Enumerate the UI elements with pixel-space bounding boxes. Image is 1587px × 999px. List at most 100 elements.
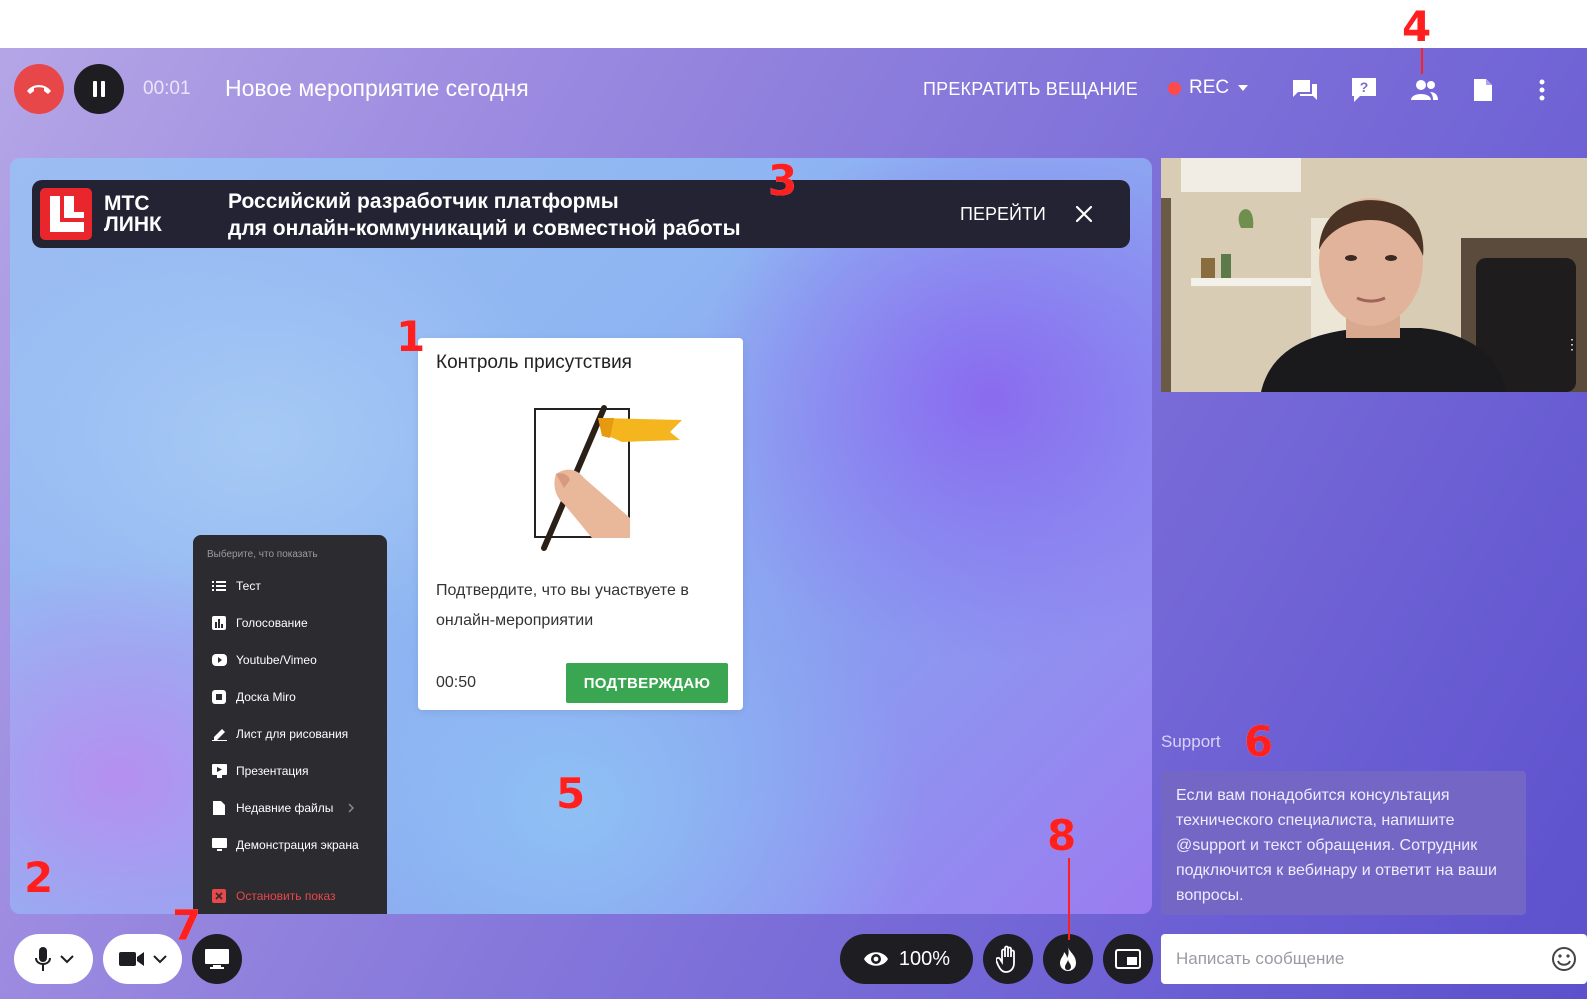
banner-brand: МТС ЛИНК bbox=[104, 193, 224, 235]
marker-5: 5 bbox=[556, 769, 586, 818]
camera-toggle[interactable] bbox=[103, 934, 182, 984]
banner-text-line-2: для онлайн-коммуникаций и совместной раб… bbox=[228, 217, 741, 240]
list-icon bbox=[211, 579, 227, 593]
chat-icon bbox=[1293, 80, 1317, 100]
microphone-toggle[interactable] bbox=[14, 934, 93, 984]
menu-item-presentation[interactable]: Презентация bbox=[211, 760, 381, 782]
card-title: Контроль присутствия bbox=[436, 352, 632, 373]
video-camera-icon bbox=[118, 952, 144, 966]
rec-dropdown[interactable]: REC bbox=[1168, 77, 1249, 99]
show-content-menu: Выберите, что показать Тест Голосование … bbox=[193, 535, 387, 914]
marker-3: 3 bbox=[768, 156, 798, 205]
menu-item-poll[interactable]: Голосование bbox=[211, 612, 381, 634]
menu-item-label: Голосование bbox=[236, 616, 308, 630]
more-button[interactable] bbox=[1527, 75, 1557, 105]
question-icon: ? bbox=[1352, 78, 1376, 102]
file-icon bbox=[211, 801, 227, 815]
chat-button[interactable] bbox=[1290, 75, 1320, 105]
menu-item-label: Презентация bbox=[236, 764, 309, 778]
picture-in-picture-button[interactable] bbox=[1103, 934, 1153, 984]
rec-label: REC bbox=[1189, 77, 1230, 98]
picture-in-picture-icon bbox=[1115, 949, 1141, 969]
participants-button[interactable] bbox=[1409, 75, 1439, 105]
chat-author: Support bbox=[1161, 732, 1221, 751]
emoji-button[interactable] bbox=[1551, 946, 1577, 972]
brand-line-1: МТС bbox=[104, 192, 150, 215]
chevron-right-icon bbox=[348, 803, 355, 813]
participants-icon bbox=[1411, 80, 1438, 100]
menu-item-test[interactable]: Тест bbox=[211, 575, 381, 597]
chevron-down-icon bbox=[152, 954, 167, 963]
marker-7: 7 bbox=[172, 901, 202, 950]
marker-4-line bbox=[1421, 48, 1423, 74]
mts-link-logo bbox=[40, 188, 92, 240]
poll-icon bbox=[211, 616, 227, 630]
pencil-icon bbox=[211, 727, 227, 741]
play-icon bbox=[211, 653, 227, 667]
rec-dot-icon bbox=[1168, 81, 1181, 95]
microphone-icon bbox=[34, 947, 51, 971]
banner-go-link[interactable]: ПЕРЕЙТИ bbox=[960, 204, 1046, 225]
card-timer: 00:50 bbox=[436, 674, 477, 691]
menu-item-label: Тест bbox=[236, 579, 261, 593]
menu-item-label: Недавние файлы bbox=[236, 801, 334, 815]
raise-hand-button[interactable] bbox=[983, 934, 1033, 984]
stop-icon bbox=[211, 889, 227, 903]
chat-message: Если вам понадобится консультация технич… bbox=[1161, 771, 1526, 915]
flag-illustration bbox=[534, 405, 682, 551]
menu-item-screen-share[interactable]: Демонстрация экрана bbox=[211, 834, 381, 856]
message-input-placeholder: Написать сообщение bbox=[1176, 949, 1345, 968]
event-timer: 00:01 bbox=[143, 78, 191, 99]
card-text: Подтвердите, что вы участвуете в онлайн-… bbox=[436, 582, 689, 629]
monitor-icon bbox=[211, 838, 227, 852]
menu-item-label: Youtube/Vimeo bbox=[236, 653, 317, 667]
marker-6: 6 bbox=[1244, 717, 1274, 766]
marker-2: 2 bbox=[24, 853, 54, 902]
audience-zoom[interactable]: 100% bbox=[840, 934, 973, 984]
confirm-button[interactable]: ПОДТВЕРЖДАЮ bbox=[566, 663, 728, 703]
chevron-down-icon bbox=[59, 954, 74, 963]
board-icon bbox=[211, 690, 227, 704]
menu-item-youtube[interactable]: Youtube/Vimeo bbox=[211, 649, 381, 671]
marker-8: 8 bbox=[1047, 811, 1077, 860]
menu-item-stop-showing[interactable]: Остановить показ bbox=[211, 885, 381, 907]
stop-broadcast-button[interactable]: ПРЕКРАТИТЬ ВЕЩАНИЕ bbox=[923, 79, 1138, 100]
marker-8-line bbox=[1068, 858, 1070, 940]
menu-header: Выберите, что показать bbox=[207, 549, 318, 560]
reaction-button[interactable] bbox=[1043, 934, 1093, 984]
speaker-video-frame bbox=[1161, 158, 1587, 392]
close-icon bbox=[1075, 205, 1093, 223]
menu-item-label: Демонстрация экрана bbox=[236, 838, 359, 852]
chevron-down-icon bbox=[1238, 85, 1249, 91]
ad-banner: МТС ЛИНК Российский разработчик платформ… bbox=[32, 180, 1130, 248]
event-title: Новое мероприятие сегодня bbox=[225, 75, 529, 101]
hangup-button[interactable] bbox=[14, 64, 64, 114]
file-icon bbox=[1474, 79, 1492, 101]
menu-item-miro[interactable]: Доска Miro bbox=[211, 686, 381, 708]
menu-item-label: Остановить показ bbox=[236, 889, 336, 903]
phone-hangup-icon bbox=[27, 85, 51, 94]
banner-close-button[interactable] bbox=[1072, 202, 1096, 226]
marker-1: 1 bbox=[396, 312, 426, 361]
svg-text:?: ? bbox=[1360, 79, 1369, 95]
message-input[interactable]: Написать сообщение bbox=[1161, 934, 1587, 984]
brand-line-2: ЛИНК bbox=[104, 213, 162, 236]
monitor-icon bbox=[205, 949, 229, 969]
fire-icon bbox=[1060, 947, 1076, 971]
pause-button[interactable] bbox=[74, 64, 124, 114]
banner-text-line-1: Российский разработчик платформы bbox=[228, 190, 619, 213]
menu-item-drawing[interactable]: Лист для рисования bbox=[211, 723, 381, 745]
video-options-icon[interactable]: ⋮ bbox=[1565, 337, 1579, 351]
attendance-check-card: Контроль присутствия Подтвердите, что вы… bbox=[418, 338, 743, 710]
menu-item-label: Доска Miro bbox=[236, 690, 296, 704]
menu-item-recent-files[interactable]: Недавние файлы bbox=[211, 797, 381, 819]
more-icon bbox=[1539, 79, 1545, 101]
menu-item-label: Лист для рисования bbox=[236, 727, 349, 741]
pause-icon bbox=[93, 81, 105, 97]
files-button[interactable] bbox=[1468, 75, 1498, 105]
questions-button[interactable]: ? bbox=[1349, 75, 1379, 105]
eye-icon bbox=[863, 952, 888, 966]
speaker-video: ⋮ bbox=[1161, 158, 1587, 392]
emoji-icon bbox=[1552, 947, 1576, 971]
presentation-icon bbox=[211, 764, 227, 778]
